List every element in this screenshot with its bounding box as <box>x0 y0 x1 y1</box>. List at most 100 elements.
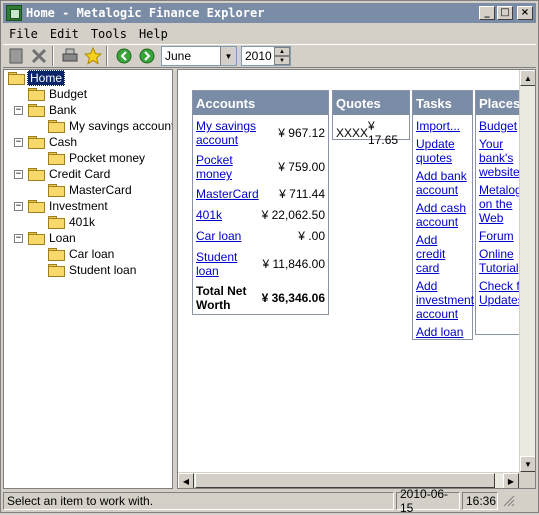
menu-edit[interactable]: Edit <box>44 27 85 41</box>
star-icon <box>84 47 102 65</box>
tree-item-student-loan[interactable]: Student loan <box>48 262 138 278</box>
menu-file[interactable]: File <box>3 27 44 41</box>
chevron-down-icon[interactable]: ▼ <box>220 47 236 65</box>
task-add-cash-account[interactable]: Add cash account <box>413 201 472 229</box>
account-amount: ¥ 22,062.50 <box>261 208 325 222</box>
spin-down-icon[interactable]: ▼ <box>274 56 290 65</box>
collapse-cash-icon[interactable]: − <box>14 138 23 147</box>
account-link-my-savings-account[interactable]: My savings account <box>196 119 258 147</box>
tasks-panel: Tasks Import... Update quotes Add bank a… <box>412 90 474 340</box>
print-button[interactable] <box>60 46 80 66</box>
account-link-pocket-money[interactable]: Pocket money <box>196 153 246 181</box>
minimize-button[interactable]: _ <box>479 6 495 20</box>
account-amount: ¥ .00 <box>298 229 325 243</box>
navigation-tree[interactable]: Home Budget − Bank My savings account − … <box>3 69 173 489</box>
task-update-quotes[interactable]: Update quotes <box>413 137 472 165</box>
tree-item-mastercard[interactable]: MasterCard <box>48 182 134 198</box>
close-button[interactable]: × <box>517 6 533 20</box>
account-row: My savings account ¥ 967.12 <box>196 119 325 147</box>
task-add-bank-account[interactable]: Add bank account <box>413 169 472 197</box>
print-icon <box>62 48 78 62</box>
accounts-header: Accounts <box>193 91 328 115</box>
app-icon[interactable] <box>6 5 22 21</box>
back-button[interactable] <box>114 46 134 66</box>
spin-up-icon[interactable]: ▲ <box>274 47 290 56</box>
total-net-worth-amount: ¥ 36,346.06 <box>261 291 325 305</box>
scrollbar-corner <box>519 472 535 488</box>
properties-icon <box>9 48 23 64</box>
collapse-bank-icon[interactable]: − <box>14 106 23 115</box>
status-time: 16:36 <box>462 491 498 510</box>
maximize-button[interactable]: □ <box>497 6 513 20</box>
app-window: Home - Metalogic Finance Explorer _ □ × … <box>0 0 539 515</box>
account-link-401k[interactable]: 401k <box>196 208 222 222</box>
quote-symbol: XXXX <box>336 126 369 140</box>
year-spinner[interactable]: 2010 ▲ ▼ <box>241 46 291 66</box>
folder-icon <box>28 232 45 245</box>
account-amount: ¥ 11,846.00 <box>262 257 325 271</box>
menu-tools[interactable]: Tools <box>85 27 133 41</box>
tree-item-car-loan[interactable]: Car loan <box>48 246 116 262</box>
tree-item-budget[interactable]: Budget <box>28 86 89 102</box>
tree-item-credit-card[interactable]: Credit Card <box>28 166 112 182</box>
toolbar-separator <box>52 46 54 66</box>
delete-button[interactable] <box>29 46 49 66</box>
task-add-loan[interactable]: Add loan <box>413 325 472 339</box>
scroll-right-icon[interactable]: ▶ <box>503 473 519 488</box>
account-row: Student loan ¥ 11,846.00 <box>196 250 325 278</box>
folder-icon <box>48 184 65 197</box>
account-link-student-loan[interactable]: Student loan <box>196 250 246 278</box>
task-add-investment-account[interactable]: Add investment account <box>413 279 474 321</box>
delete-icon <box>31 48 47 64</box>
account-amount: ¥ 967.12 <box>278 126 325 140</box>
tree-item-bank[interactable]: Bank <box>28 102 78 118</box>
folder-icon <box>48 216 65 229</box>
account-link-mastercard[interactable]: MasterCard <box>196 187 259 201</box>
account-link-car-loan[interactable]: Car loan <box>196 229 241 243</box>
scroll-down-icon[interactable]: ▼ <box>520 456 535 472</box>
menu-help[interactable]: Help <box>133 27 174 41</box>
tree-item-401k[interactable]: 401k <box>48 214 97 230</box>
vertical-scrollbar[interactable]: ▲ ▼ <box>519 70 535 472</box>
tree-item-my-savings-account[interactable]: My savings account <box>48 118 172 134</box>
account-row: MasterCard ¥ 711.44 <box>196 187 325 201</box>
tasks-header: Tasks <box>413 91 472 115</box>
month-select[interactable]: June ▼ <box>161 46 237 66</box>
resize-grip-icon[interactable] <box>502 494 516 508</box>
scroll-left-icon[interactable]: ◀ <box>178 473 194 488</box>
forward-button[interactable] <box>137 46 157 66</box>
title-bar: Home - Metalogic Finance Explorer _ □ × <box>3 3 536 23</box>
status-bar: Select an item to work with. 2010-06-15 … <box>3 487 536 515</box>
quotes-panel: Quotes XXXX ¥ 17.65 <box>332 90 410 147</box>
year-value: 2010 <box>245 49 272 63</box>
status-message: Select an item to work with. <box>3 491 394 510</box>
toolbar: June ▼ 2010 ▲ ▼ <box>3 44 536 68</box>
menu-bar: File Edit Tools Help <box>3 24 174 43</box>
folder-icon <box>48 264 65 277</box>
folder-icon <box>28 200 45 213</box>
forward-arrow-icon <box>139 48 155 64</box>
quotes-header: Quotes <box>333 91 409 115</box>
favorite-button[interactable] <box>83 46 103 66</box>
folder-icon <box>48 152 65 165</box>
collapse-credit-card-icon[interactable]: − <box>14 170 23 179</box>
collapse-loan-icon[interactable]: − <box>14 234 23 243</box>
month-value: June <box>165 49 192 63</box>
total-net-worth-label: Total Net Worth <box>196 284 247 312</box>
folder-icon <box>28 168 45 181</box>
account-amount: ¥ 759.00 <box>278 160 325 174</box>
open-folder-icon <box>8 72 25 85</box>
task-import[interactable]: Import... <box>413 119 472 133</box>
quote-price: ¥ 17.65 <box>368 119 399 147</box>
properties-button[interactable] <box>6 46 26 66</box>
tree-item-home[interactable]: Home <box>8 70 66 86</box>
tree-item-loan[interactable]: Loan <box>28 230 78 246</box>
collapse-investment-icon[interactable]: − <box>14 202 23 211</box>
tree-item-pocket-money[interactable]: Pocket money <box>48 150 147 166</box>
scroll-up-icon[interactable]: ▲ <box>520 70 535 86</box>
tree-item-investment[interactable]: Investment <box>28 198 110 214</box>
tree-item-cash[interactable]: Cash <box>28 134 79 150</box>
horizontal-scrollbar[interactable]: ◀ ▶ <box>178 472 519 488</box>
task-add-credit-card[interactable]: Add credit card <box>413 233 472 275</box>
total-net-worth-row: Total Net Worth ¥ 36,346.06 <box>196 284 325 312</box>
